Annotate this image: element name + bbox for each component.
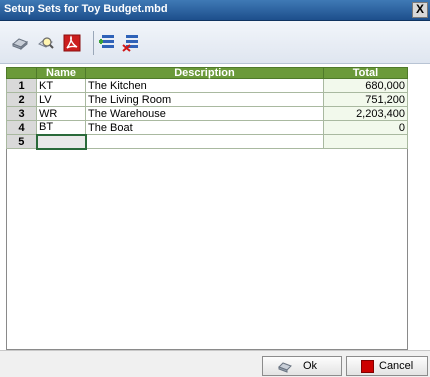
total-cell[interactable]: 680,000 xyxy=(323,78,408,93)
table-row[interactable]: 1 KT The Kitchen 680,000 xyxy=(6,78,408,93)
print-preview-button[interactable] xyxy=(36,33,56,53)
ok-label: Ok xyxy=(303,360,318,372)
cancel-button[interactable]: Cancel xyxy=(346,356,428,376)
button-bar: Ok Cancel xyxy=(0,350,430,377)
name-cell[interactable]: BT xyxy=(36,120,86,135)
name-cell[interactable]: LV xyxy=(36,92,86,107)
description-cell[interactable]: The Living Room xyxy=(85,92,324,107)
column-header-description[interactable]: Description xyxy=(85,67,324,79)
cancel-icon xyxy=(361,360,374,373)
title-bar: Setup Sets for Toy Budget.mbd X xyxy=(0,0,430,21)
insert-row-icon xyxy=(99,35,114,48)
total-cell[interactable]: 0 xyxy=(323,120,408,135)
pdf-icon xyxy=(63,34,81,52)
description-cell[interactable] xyxy=(85,134,324,149)
name-cell-editing[interactable] xyxy=(35,133,87,150)
print-icon xyxy=(12,38,28,51)
description-cell[interactable]: The Warehouse xyxy=(85,106,324,121)
column-header-name[interactable]: Name xyxy=(36,67,86,79)
table-row-new[interactable]: 5 xyxy=(6,133,408,150)
description-cell[interactable]: The Kitchen xyxy=(85,78,324,93)
header-row: Name Description Total xyxy=(6,67,408,79)
toolbar xyxy=(0,21,430,64)
cancel-label: Cancel xyxy=(379,360,414,372)
table-row[interactable]: 4 BT The Boat 0 xyxy=(6,120,408,135)
corner-cell xyxy=(6,67,37,79)
toolbar-separator xyxy=(93,31,94,55)
column-header-total[interactable]: Total xyxy=(323,67,408,79)
total-cell[interactable]: 2,203,400 xyxy=(323,106,408,121)
row-number[interactable]: 2 xyxy=(6,92,37,107)
total-cell[interactable]: 751,200 xyxy=(323,92,408,107)
ok-button[interactable]: Ok xyxy=(262,356,342,376)
close-button[interactable]: X xyxy=(412,2,428,18)
name-cell[interactable]: WR xyxy=(36,106,86,121)
pdf-button[interactable] xyxy=(62,33,82,53)
row-number[interactable]: 5 xyxy=(6,134,37,149)
sets-table: Name Description Total 1 KT The Kitchen … xyxy=(6,67,408,150)
description-cell[interactable]: The Boat xyxy=(85,120,324,135)
print-button[interactable] xyxy=(10,33,30,53)
delete-row-icon xyxy=(122,35,138,52)
row-number[interactable]: 1 xyxy=(6,78,37,93)
insert-row-button[interactable] xyxy=(98,33,118,53)
window-title: Setup Sets for Toy Budget.mbd xyxy=(4,3,168,15)
table-row[interactable]: 3 WR The Warehouse 2,203,400 xyxy=(6,106,408,121)
total-cell[interactable] xyxy=(323,134,408,149)
name-cell[interactable]: KT xyxy=(36,78,86,93)
row-number[interactable]: 4 xyxy=(6,120,37,135)
sets-grid: Name Description Total 1 KT The Kitchen … xyxy=(6,67,408,150)
ok-check-icon xyxy=(278,362,292,373)
table-row[interactable]: 2 LV The Living Room 751,200 xyxy=(6,92,408,107)
row-number[interactable]: 3 xyxy=(6,106,37,121)
delete-row-button[interactable] xyxy=(122,33,142,53)
print-preview-icon xyxy=(38,37,54,49)
